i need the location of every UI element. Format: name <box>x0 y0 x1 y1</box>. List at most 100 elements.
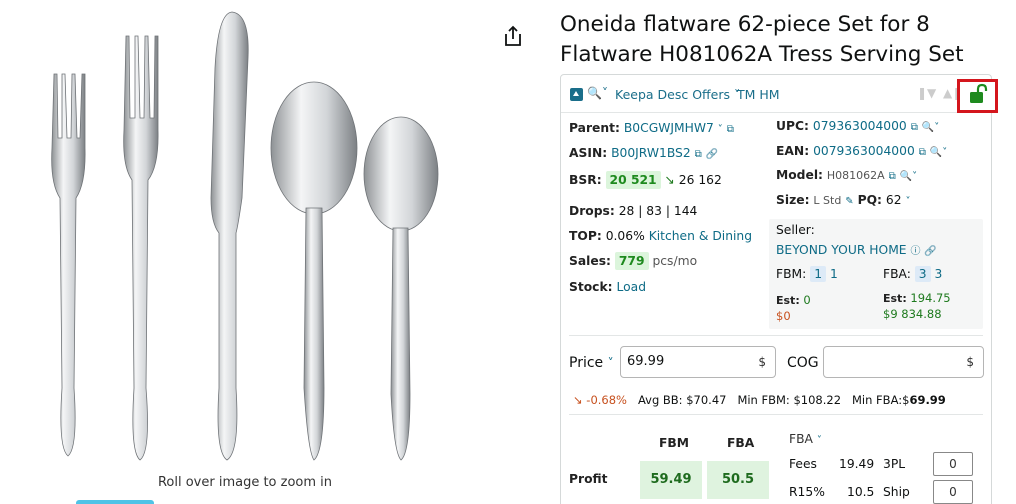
size-label: Size: <box>776 193 810 207</box>
cog-label: COG <box>787 355 819 371</box>
tm-hm-link[interactable]: TM HM <box>737 87 780 102</box>
drops-row: Drops: 28 | 83 | 144 <box>569 204 697 218</box>
search-dropdown-icon[interactable]: 🔍˅ <box>922 122 939 133</box>
price-label-row[interactable]: Price ˅ <box>569 355 614 371</box>
parent-label: Parent: <box>569 121 620 135</box>
zoom-hint: Roll over image to zoom in <box>157 475 333 490</box>
stock-row: Stock: Load <box>569 280 646 294</box>
avg-bb-value: $70.47 <box>686 393 727 407</box>
fees-label: Fees <box>789 457 817 471</box>
chevron-down-icon[interactable]: ˅ <box>608 356 614 370</box>
upc-row: UPC: 079363004000 ⧉ 🔍˅ <box>776 119 939 133</box>
copy-icon[interactable]: ⧉ <box>889 171 896 182</box>
keepa-desc-offers-link[interactable]: Keepa Desc Offers ˅ <box>615 87 740 102</box>
copy-icon[interactable]: ⧉ <box>911 122 918 133</box>
fbm-label: FBM: <box>776 267 807 281</box>
product-title-line1: Oneida flatware 62-piece Set for 8 <box>560 12 930 37</box>
price-field[interactable]: $ <box>620 346 776 378</box>
top-row: TOP: 0.06% Kitchen & Dining <box>569 229 752 243</box>
pq-value: 62 <box>885 193 902 207</box>
pq-label: PQ: <box>857 193 882 207</box>
copy-icon[interactable]: ⧉ <box>727 124 734 135</box>
thumbnail-indicator[interactable] <box>76 500 154 504</box>
seller-label: Seller: <box>776 223 815 237</box>
model-row: Model: H081062A ⧉ 🔍˅ <box>776 168 917 182</box>
info-icon[interactable]: ⓘ <box>911 246 921 257</box>
search-dropdown-icon[interactable]: 🔍˅ <box>930 147 947 158</box>
knife <box>210 11 249 461</box>
fba-count2[interactable]: 3 <box>935 267 943 281</box>
est-fbm-value: 0 <box>803 293 811 307</box>
sales-label: Sales: <box>569 254 611 268</box>
parent-asin-link[interactable]: B0CGWJMHW7 <box>624 121 714 135</box>
threepl-input[interactable]: 0 <box>933 452 973 476</box>
seller-name-link[interactable]: BEYOND YOUR HOME <box>776 243 907 257</box>
share-button[interactable] <box>502 24 526 50</box>
dinner-fork <box>123 35 159 461</box>
min-fbm-label: Min FBM: <box>737 393 790 407</box>
drops-value: 28 | 83 | 144 <box>618 204 698 218</box>
thumbs-down-icon[interactable]: ❚▼ <box>917 86 936 100</box>
lock-button[interactable] <box>957 79 998 113</box>
stock-load-link[interactable]: Load <box>617 280 647 294</box>
seller-name-row: BEYOND YOUR HOME ⓘ 🔗 <box>776 242 937 257</box>
sales-unit: pcs/mo <box>652 254 698 268</box>
fbm-header: FBM <box>659 436 690 450</box>
trend-down-icon: ↘ <box>573 393 583 407</box>
sales-value: 779 <box>614 252 649 270</box>
search-dropdown-icon[interactable]: 🔍˅ <box>900 171 917 182</box>
drops-label: Drops: <box>569 204 615 218</box>
fulfillment-select[interactable]: FBA ˅ <box>789 432 822 446</box>
threepl-label: 3PL <box>883 457 906 471</box>
upc-label: UPC: <box>776 119 809 133</box>
fbm-count-row: FBM: 1 1 <box>776 266 838 282</box>
model-label: Model: <box>776 168 823 182</box>
search-dropdown-icon[interactable]: 🔍˅ <box>587 86 608 100</box>
top-category-link[interactable]: Kitchen & Dining <box>649 229 752 243</box>
r15-label: R15% <box>789 485 825 499</box>
cog-currency: $ <box>966 355 974 369</box>
price-change: -0.68% <box>586 393 627 407</box>
top-value: 0.06% <box>605 229 645 243</box>
salad-fork <box>51 73 86 457</box>
fulfillment-select-value: FBA <box>789 432 813 446</box>
copy-icon[interactable]: ⧉ <box>919 147 926 158</box>
copy-icon[interactable]: ⧉ <box>695 149 702 160</box>
price-input[interactable] <box>627 354 747 369</box>
fees-value: 19.49 <box>839 457 875 471</box>
cog-input[interactable] <box>830 354 950 369</box>
price-currency: $ <box>758 355 766 369</box>
asin-row: ASIN: B00JRW1BS2 ⧉ 🔗 <box>569 146 718 160</box>
model-value: H081062A <box>826 169 885 182</box>
fbm-count2[interactable]: 1 <box>830 267 838 281</box>
est-fba-money: $9 834.88 <box>883 307 942 321</box>
link-icon[interactable]: 🔗 <box>924 246 936 257</box>
stock-label: Stock: <box>569 280 613 294</box>
profit-fbm-value: 59.49 <box>640 461 702 499</box>
link-icon[interactable]: 🔗 <box>706 149 718 160</box>
chevron-down-icon[interactable]: ˅ <box>817 435 822 446</box>
edit-icon[interactable]: ✎ <box>845 196 853 207</box>
collapse-up-icon[interactable] <box>570 88 583 101</box>
bsr-value: 20 521 <box>605 171 661 189</box>
min-fbm-value: $108.22 <box>793 393 842 407</box>
asin-link[interactable]: B00JRW1BS2 <box>611 146 691 160</box>
flatware-image[interactable] <box>40 8 460 468</box>
fba-count[interactable]: 3 <box>914 266 931 282</box>
ship-input[interactable]: 0 <box>933 480 973 504</box>
cog-field[interactable]: $ <box>823 346 984 378</box>
chevron-down-icon[interactable]: ˅ <box>905 196 910 207</box>
min-fba-value: 69.99 <box>909 393 946 407</box>
est-fbm-row: Est: 0 <box>776 293 811 307</box>
teaspoon <box>363 116 439 461</box>
est-fba-row: Est: 194.75 <box>883 291 951 305</box>
ean-link[interactable]: 0079363004000 <box>813 144 915 158</box>
product-image-area[interactable]: Roll over image to zoom in <box>0 0 500 504</box>
ean-label: EAN: <box>776 144 810 158</box>
est-fbm-label: Est: <box>776 294 800 307</box>
parent-row: Parent: B0CGWJMHW7 ˅ ⧉ <box>569 121 734 135</box>
fbm-count[interactable]: 1 <box>810 266 827 282</box>
ship-label: Ship <box>883 485 910 499</box>
upc-link[interactable]: 079363004000 <box>813 119 907 133</box>
chevron-down-icon[interactable]: ˅ <box>718 124 723 135</box>
